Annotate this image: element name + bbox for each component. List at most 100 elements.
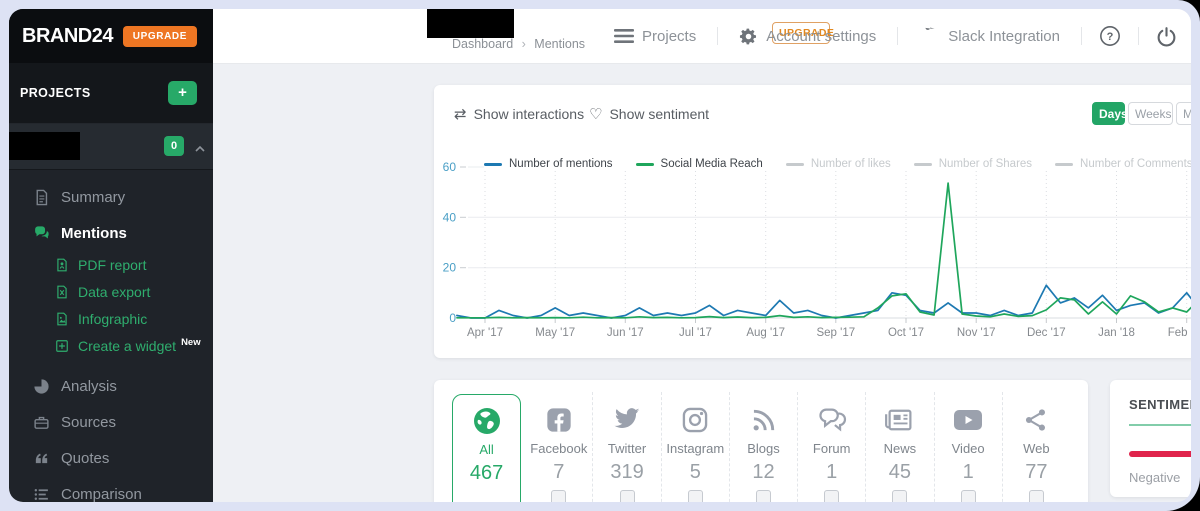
quotes-icon [33, 450, 50, 467]
filter-checkbox[interactable] [892, 490, 907, 502]
legend-social-media-reach[interactable]: Social Media Reach [636, 158, 763, 170]
main-area: Dashboard › Mentions UPGRADE Projects Ac… [213, 9, 1191, 502]
sidebar-item-data-export[interactable]: Data export [9, 278, 213, 305]
svg-text:Oct '17: Oct '17 [888, 327, 924, 339]
hamburger-icon [614, 28, 634, 44]
svg-text:Apr '17: Apr '17 [467, 327, 503, 339]
legend-swatch [914, 163, 932, 166]
filter-news[interactable]: News 45 [865, 392, 933, 502]
filter-count: 12 [752, 461, 774, 484]
legend-number-of-shares[interactable]: Number of Shares [914, 158, 1032, 170]
legend-swatch [636, 163, 654, 166]
svg-text:40: 40 [443, 210, 457, 224]
chevron-up-icon[interactable] [194, 140, 206, 158]
svg-text:?: ? [1107, 31, 1114, 43]
filter-instagram[interactable]: Instagram 5 [661, 392, 729, 502]
sidebar-item-create-widget[interactable]: Create a widget New [9, 332, 213, 359]
add-project-button[interactable]: + [168, 81, 197, 105]
sidebar-item-sources[interactable]: Sources [9, 404, 213, 440]
redacted-account-name [427, 9, 514, 38]
sidebar-item-summary[interactable]: Summary [9, 179, 213, 215]
project-count-badge: 0 [164, 136, 184, 156]
cog-icon [916, 23, 943, 50]
filter-forum[interactable]: Forum 1 [797, 392, 865, 502]
sidebar-upgrade-button[interactable]: UPGRADE [123, 26, 197, 47]
logout-button[interactable] [1156, 26, 1177, 47]
filter-checkbox[interactable] [824, 490, 839, 502]
legend-swatch [484, 163, 502, 166]
instagram-icon [681, 404, 709, 436]
filter-count: 1 [826, 461, 837, 484]
help-button[interactable]: ? [1099, 25, 1121, 47]
divider [1138, 27, 1139, 45]
pdf-file-icon [55, 258, 69, 272]
gear-icon [739, 27, 758, 46]
slider-track-negative[interactable] [1129, 451, 1191, 457]
filter-twitter[interactable]: Twitter 319 [592, 392, 660, 502]
svg-text:20: 20 [443, 261, 457, 275]
mentions-chart[interactable]: 02040600k25k50kApr '17May '17Jun '17Jul … [434, 85, 1191, 358]
svg-text:Dec '17: Dec '17 [1027, 327, 1066, 339]
power-icon [1156, 26, 1177, 47]
svg-text:0: 0 [449, 311, 456, 325]
sidebar-item-analysis[interactable]: Analysis [9, 368, 213, 404]
sidebar-item-infographic[interactable]: Infographic [9, 305, 213, 332]
svg-text:Nov '17: Nov '17 [957, 327, 996, 339]
rss-icon [750, 404, 777, 436]
filter-count: 467 [470, 462, 503, 485]
news-icon [885, 404, 915, 436]
filter-checkbox[interactable] [688, 490, 703, 502]
filter-web[interactable]: Web 77 [1002, 392, 1070, 502]
facebook-icon [545, 404, 573, 436]
svg-text:May '17: May '17 [535, 327, 575, 339]
legend-swatch [786, 163, 804, 166]
filter-checkbox[interactable] [1029, 490, 1044, 502]
nav-slack-integration[interactable]: Slack Integration [915, 26, 1064, 47]
svg-text:Jan '18: Jan '18 [1098, 327, 1135, 339]
svg-text:Sep '17: Sep '17 [816, 327, 855, 339]
sidebar-item-comparison[interactable]: Comparison [9, 476, 213, 502]
svg-text:60: 60 [443, 160, 457, 174]
filter-checkbox[interactable] [961, 490, 976, 502]
filter-checkbox[interactable] [620, 490, 635, 502]
breadcrumb-parent[interactable]: Dashboard [452, 37, 513, 51]
sentiment-filter-panel: SENTIMENT FILTER ? Negative All Positive [1110, 380, 1191, 497]
sidebar-item-mentions[interactable]: Mentions [9, 215, 213, 251]
breadcrumb-current: Mentions [534, 37, 585, 51]
nav-account-settings[interactable]: Account settings [735, 27, 880, 46]
chart-legend: Number of mentions Social Media Reach Numb… [484, 158, 1191, 170]
spreadsheet-file-icon [55, 285, 69, 299]
topbar: Dashboard › Mentions UPGRADE Projects Ac… [213, 9, 1191, 64]
new-badge: New [181, 337, 201, 348]
sentiment-slider[interactable] [1129, 446, 1191, 462]
topnav: Projects Account settings Slack Integrat… [610, 9, 1177, 63]
divider-accent [1129, 424, 1191, 426]
project-row[interactable]: 0 [9, 124, 213, 170]
divider [717, 27, 718, 45]
image-file-icon [55, 312, 69, 326]
sentiment-title: SENTIMENT FILTER [1129, 397, 1191, 412]
filter-checkbox[interactable] [756, 490, 771, 502]
sidebar-item-pdf-report[interactable]: PDF report [9, 251, 213, 278]
sidebar-item-quotes[interactable]: Quotes [9, 440, 213, 476]
legend-number-of-likes[interactable]: Number of likes [786, 158, 891, 170]
sidebar-logo-row: BRAND24 UPGRADE [9, 9, 213, 63]
svg-text:Feb '18: Feb '18 [1168, 327, 1191, 339]
filter-all[interactable]: All 467 [452, 394, 521, 502]
twitter-icon [612, 404, 642, 436]
filter-blogs[interactable]: Blogs 12 [729, 392, 797, 502]
comparison-icon [33, 486, 50, 503]
legend-number-of-mentions[interactable]: Number of mentions [484, 158, 613, 170]
brand-logo: BRAND24 [22, 25, 113, 48]
filter-count: 45 [889, 461, 911, 484]
filter-count: 319 [610, 461, 643, 484]
screenshot-frame: BRAND24 UPGRADE PROJECTS + 0 Summary Men… [0, 0, 1200, 511]
legend-number-of-comments[interactable]: Number of Comments [1055, 158, 1191, 170]
nav-projects[interactable]: Projects [610, 28, 700, 45]
sidebar-menu: Summary Mentions PDF report Data export … [9, 170, 213, 502]
filter-video[interactable]: Video 1 [934, 392, 1002, 502]
redacted-project-name [9, 132, 80, 160]
forum-icon [817, 404, 847, 436]
filter-facebook[interactable]: Facebook 7 [525, 392, 592, 502]
filter-checkbox[interactable] [551, 490, 566, 502]
